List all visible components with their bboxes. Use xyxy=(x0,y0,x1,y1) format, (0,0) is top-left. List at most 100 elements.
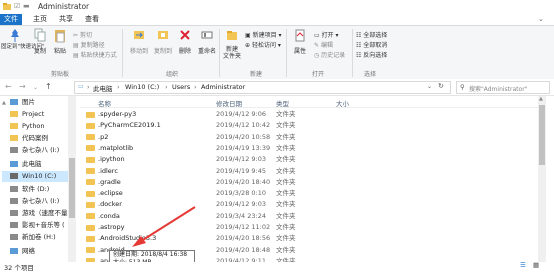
delete-icon xyxy=(180,30,190,40)
back-arrow-icon[interactable]: ← xyxy=(5,82,12,91)
paste-shortcut-button[interactable]: ▤ 粘贴快捷方式 xyxy=(73,50,117,59)
easy-access-button[interactable]: ⊕ 轻松访问 ▾ xyxy=(245,40,281,49)
properties-button[interactable]: 属性 xyxy=(290,28,310,55)
file-list-scrollbar-thumb[interactable] xyxy=(539,105,545,165)
nav-scrollbar[interactable] xyxy=(68,96,76,262)
quick-access-folder-icon[interactable]: ▬ xyxy=(23,2,31,10)
file-row[interactable]: .AndroidStudio3.3 2019/4/20 18:56 文件夹 xyxy=(80,233,546,244)
move-to-icon xyxy=(134,31,144,39)
expand-ribbon-icon[interactable]: ⌄ xyxy=(538,15,544,23)
file-date: 2019/4/12 11:02 xyxy=(216,223,271,231)
breadcrumb-item[interactable]: Win10 (C:) xyxy=(125,83,159,91)
file-name: .matplotlib xyxy=(98,143,134,152)
properties-icon xyxy=(295,29,305,42)
file-name: .conda xyxy=(98,211,120,220)
nav-item[interactable]: 代码案例 xyxy=(10,133,48,144)
breadcrumb-item[interactable]: Users xyxy=(172,83,190,91)
file-name: .eclipse xyxy=(98,189,123,198)
group-divider xyxy=(352,29,353,77)
file-name: .p2 xyxy=(98,132,109,141)
copy-to-button[interactable]: 复制到 xyxy=(152,28,174,55)
column-header-type[interactable]: 类型 xyxy=(276,98,289,108)
file-list-scrollbar[interactable]: ▲ xyxy=(538,96,546,262)
new-folder-icon xyxy=(227,31,237,40)
file-row[interactable]: .eclipse 2019/3/28 0:10 文件夹 xyxy=(80,188,546,199)
quick-access-checkbox-icon[interactable]: ☑ xyxy=(14,2,22,10)
tab-view[interactable]: 查看 xyxy=(80,14,104,25)
breadcrumb-separator-icon: › xyxy=(194,83,197,91)
group-divider xyxy=(122,29,123,77)
nav-item[interactable]: Project xyxy=(10,109,44,120)
search-box[interactable]: ⚲ 搜索"Administrator" xyxy=(456,81,550,94)
rename-button[interactable]: 重命名 xyxy=(196,28,218,55)
file-list: 名称 修改日期 类型 大小 .spyder-py3 2019/4/12 9:06 文… xyxy=(80,96,546,265)
cut-button[interactable]: ✂ 剪切 xyxy=(73,30,92,39)
file-row[interactable]: .spyder-py3 2019/4/12 9:06 文件夹 xyxy=(80,109,546,120)
copy-button[interactable]: 复制 xyxy=(31,28,49,55)
breadcrumb-item[interactable]: 此电脑 xyxy=(93,83,113,93)
window-title: Administrator xyxy=(38,2,90,11)
file-row[interactable]: .ipython 2019/4/12 9:03 文件夹 xyxy=(80,154,546,165)
large-icons-view-icon[interactable]: ▦ xyxy=(533,261,539,269)
group-divider xyxy=(286,29,287,77)
move-to-button[interactable]: 移动到 xyxy=(128,28,150,55)
file-name: .gradle xyxy=(98,177,121,186)
scroll-up-arrow-icon[interactable]: ▲ xyxy=(539,96,543,102)
file-row[interactable]: .conda 2019/3/4 23:24 文件夹 xyxy=(80,211,546,222)
nav-item[interactable]: 新加卷 (H:) xyxy=(10,232,56,243)
nav-scrollbar-thumb[interactable] xyxy=(69,158,75,218)
pin-quick-access-button[interactable]: 固定到"快速访问" xyxy=(1,28,45,51)
group-label-new: 新建 xyxy=(250,71,263,78)
column-header-name[interactable]: 名称 xyxy=(98,98,111,108)
file-row[interactable]: .astropy 2019/4/12 11:02 文件夹 xyxy=(80,222,546,233)
edit-button[interactable]: ✎ 编辑 xyxy=(314,40,333,49)
folder-icon xyxy=(86,134,95,141)
recent-locations-chevron-icon[interactable]: ⌄ xyxy=(33,84,38,91)
scroll-up-arrow-icon[interactable]: ▲ xyxy=(2,100,6,106)
invert-selection-button[interactable]: ☷ 反向选择 xyxy=(356,50,387,59)
nav-item[interactable]: 网络 xyxy=(10,246,35,257)
new-item-button[interactable]: ▣ 新建项目 ▾ xyxy=(245,30,282,39)
nav-item[interactable]: 杂七杂八 (I:) xyxy=(10,145,59,156)
address-dropdown-chevron-icon[interactable]: ⌄ xyxy=(427,83,432,90)
open-button[interactable]: ▭ 打开 ▾ xyxy=(314,30,339,39)
nav-item[interactable]: 此电脑 xyxy=(10,159,42,170)
copy-path-button[interactable]: ▤ 复制路径 xyxy=(73,40,105,49)
nav-item[interactable]: Python xyxy=(10,121,45,132)
up-arrow-icon[interactable]: ↑ xyxy=(45,82,52,91)
file-row[interactable]: .gradle 2019/4/20 18:40 文件夹 xyxy=(80,177,546,188)
nav-item[interactable]: 软件 (D:) xyxy=(10,184,49,195)
history-button[interactable]: ◷ 历史记录 xyxy=(314,50,345,59)
file-row[interactable]: .idlerc 2019/4/19 9:45 文件夹 xyxy=(80,166,546,177)
select-none-button[interactable]: ☷ 全部取消 xyxy=(356,40,387,49)
file-date: 2019/4/19 9:45 xyxy=(216,166,266,175)
nav-item[interactable]: 游戏（速度不量 xyxy=(10,208,68,219)
nav-item[interactable]: 影视+音乐等 ( xyxy=(10,220,65,231)
tab-share[interactable]: 共享 xyxy=(54,14,78,25)
column-header-date[interactable]: 修改日期 xyxy=(216,98,242,108)
file-row[interactable]: .docker 2019/4/12 9:03 文件夹 xyxy=(80,199,546,210)
tab-file[interactable]: 文件 xyxy=(0,14,22,25)
select-all-button[interactable]: ☷ 全部选择 xyxy=(356,30,387,39)
drive-icon xyxy=(10,234,18,240)
tab-home[interactable]: 主页 xyxy=(28,14,52,25)
forward-arrow-icon[interactable]: → xyxy=(19,82,26,91)
file-row[interactable]: .PyCharmCE2019.1 2019/4/12 10:42 文件夹 xyxy=(80,120,546,131)
nav-item[interactable]: 图片 xyxy=(10,97,35,108)
column-header-size[interactable]: 大小 xyxy=(336,98,349,108)
new-folder-button[interactable]: 新建 文件夹 xyxy=(222,28,242,60)
file-date: 2019/4/12 9:03 xyxy=(216,155,266,164)
drive-icon xyxy=(10,147,18,153)
nav-item[interactable]: 杂七杂八 (I:) xyxy=(10,196,59,207)
paste-button[interactable]: 粘贴 xyxy=(51,28,69,55)
nav-item-selected[interactable]: Win10 (C:) xyxy=(2,171,72,182)
file-row[interactable]: .p2 2019/4/20 10:58 文件夹 xyxy=(80,132,546,143)
search-icon: ⚲ xyxy=(460,83,465,91)
breadcrumb-item[interactable]: Administrator xyxy=(201,83,245,91)
folder-icon xyxy=(86,168,95,174)
breadcrumb[interactable]: ▭ › 此电脑 › Win10 (C:) › Users › Administr… xyxy=(74,81,451,94)
delete-button[interactable]: 删除 xyxy=(176,28,194,55)
refresh-icon[interactable]: ↻ xyxy=(438,82,444,90)
file-row[interactable]: .matplotlib 2019/4/19 13:39 文件夹 xyxy=(80,143,546,154)
details-view-icon[interactable]: ☰ xyxy=(520,261,526,269)
